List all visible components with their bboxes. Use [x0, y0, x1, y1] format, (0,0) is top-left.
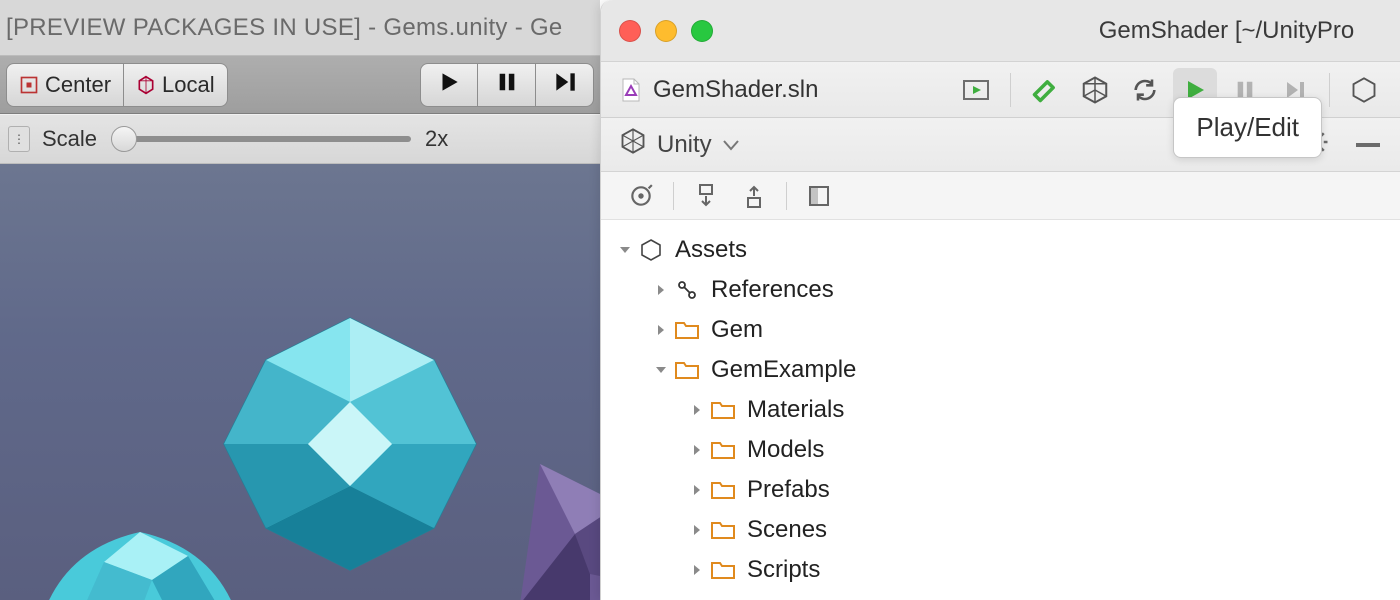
close-window-button[interactable]	[619, 20, 641, 42]
chevron-down-icon	[617, 242, 639, 258]
play-icon	[436, 69, 462, 101]
scene-view[interactable]	[0, 164, 600, 600]
collapse-panel-button[interactable]	[1354, 136, 1382, 154]
folder-icon	[675, 317, 703, 343]
tree-folder-gemexample[interactable]: GemExample	[609, 350, 1400, 390]
scale-slider[interactable]	[111, 136, 411, 142]
tree-folder-scripts[interactable]: Scripts	[609, 550, 1400, 590]
gem-dome	[20, 504, 260, 600]
references-icon	[675, 277, 703, 303]
tree-label: GemExample	[711, 356, 856, 384]
tree-folder-models[interactable]: Models	[609, 430, 1400, 470]
show-file-props-button[interactable]	[797, 174, 841, 218]
toolbar-separator	[673, 182, 674, 210]
run-config-label: Unity	[657, 131, 712, 159]
center-icon	[19, 75, 39, 95]
local-icon	[136, 75, 156, 95]
chevron-right-icon	[689, 402, 711, 418]
run-config-selector[interactable]: Unity	[619, 127, 740, 162]
solution-icon	[619, 77, 643, 103]
minimize-window-button[interactable]	[655, 20, 677, 42]
folder-icon	[711, 477, 739, 503]
step-icon	[552, 69, 578, 101]
unity-toolbar: Center Local	[0, 56, 600, 114]
folder-open-icon	[675, 357, 703, 383]
unity-editor-window: [PREVIEW PACKAGES IN USE] - Gems.unity -…	[0, 0, 600, 600]
tree-label: Assets	[675, 236, 747, 264]
chevron-down-icon	[722, 131, 740, 159]
zoom-window-button[interactable]	[691, 20, 713, 42]
unity-title-text: [PREVIEW PACKAGES IN USE] - Gems.unity -…	[6, 14, 563, 42]
folder-icon	[711, 517, 739, 543]
pivot-center-button[interactable]: Center	[6, 63, 124, 107]
pause-button[interactable]	[478, 63, 536, 107]
chevron-right-icon	[653, 322, 675, 338]
refresh-button[interactable]	[1123, 68, 1167, 112]
tree-label: Gem	[711, 316, 763, 344]
pivot-center-label: Center	[45, 72, 111, 98]
attach-unity-button[interactable]	[1073, 68, 1117, 112]
play-button[interactable]	[420, 63, 478, 107]
tree-label: Models	[747, 436, 824, 464]
solution-name: GemShader.sln	[653, 76, 818, 104]
scale-label: Scale	[42, 126, 97, 152]
expand-all-button[interactable]	[684, 174, 728, 218]
window-traffic-lights	[619, 20, 713, 42]
collapse-all-button[interactable]	[732, 174, 776, 218]
step-button[interactable]	[536, 63, 594, 107]
tree-label: Prefabs	[747, 476, 830, 504]
ide-window: GemShader [~/UnityPro GemShader.sln	[600, 0, 1400, 600]
pause-icon	[496, 69, 518, 101]
space-local-button[interactable]: Local	[124, 63, 228, 107]
chevron-right-icon	[653, 282, 675, 298]
tree-folder-materials[interactable]: Materials	[609, 390, 1400, 430]
space-local-label: Local	[162, 72, 215, 98]
toolbar-separator	[1329, 73, 1330, 107]
unity-logo-icon	[619, 127, 647, 162]
build-button[interactable]	[1023, 68, 1067, 112]
tree-label: References	[711, 276, 834, 304]
solution-tree[interactable]: Assets References Gem GemExample Materia…	[601, 220, 1400, 590]
run-config-bar: Unity Play/Edit	[601, 118, 1400, 172]
scene-view-topbar: ⋮ Scale 2x	[0, 114, 600, 164]
chevron-right-icon	[689, 562, 711, 578]
solution-view-toolbar	[601, 172, 1400, 220]
select-run-target-button[interactable]	[954, 68, 998, 112]
play-edit-tooltip: Play/Edit	[1173, 97, 1322, 158]
scale-slider-thumb[interactable]	[111, 126, 137, 152]
toolbar-separator	[786, 182, 787, 210]
folder-icon	[711, 437, 739, 463]
unity-cube-button[interactable]	[1342, 68, 1386, 112]
unity-assets-icon	[639, 237, 667, 263]
folder-icon	[711, 557, 739, 583]
folder-icon	[711, 397, 739, 423]
chevron-down-icon	[653, 362, 675, 378]
tree-label: Materials	[747, 396, 844, 424]
ide-window-title: GemShader [~/UnityPro	[731, 17, 1382, 45]
tree-root-assets[interactable]: Assets	[609, 230, 1400, 270]
unity-titlebar: [PREVIEW PACKAGES IN USE] - Gems.unity -…	[0, 0, 600, 56]
ide-titlebar: GemShader [~/UnityPro	[601, 0, 1400, 62]
chevron-right-icon	[689, 522, 711, 538]
tree-folder-prefabs[interactable]: Prefabs	[609, 470, 1400, 510]
tree-folder-gem[interactable]: Gem	[609, 310, 1400, 350]
chevron-right-icon	[689, 442, 711, 458]
scale-value: 2x	[425, 126, 448, 152]
tree-label: Scripts	[747, 556, 820, 584]
tree-folder-scenes[interactable]: Scenes	[609, 510, 1400, 550]
gem-purple	[520, 464, 600, 600]
tree-references[interactable]: References	[609, 270, 1400, 310]
toolbar-separator	[1010, 73, 1011, 107]
subbar-options-icon[interactable]: ⋮	[8, 126, 30, 152]
chevron-right-icon	[689, 482, 711, 498]
tree-label: Scenes	[747, 516, 827, 544]
scroll-from-source-button[interactable]	[619, 174, 663, 218]
